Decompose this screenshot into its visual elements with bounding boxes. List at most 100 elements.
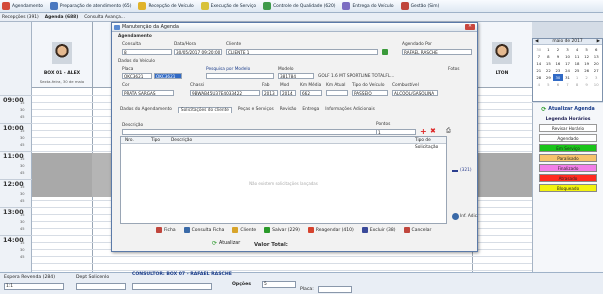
dialog-tab[interactable]: Peças e Serviços — [238, 107, 274, 113]
consulta-field[interactable]: 8 — [122, 49, 172, 55]
search-cliente-icon[interactable] — [382, 49, 388, 55]
toolbar-item[interactable]: Recepção de Veículo — [138, 2, 194, 10]
consultor-input[interactable] — [132, 283, 212, 290]
cliente-field[interactable]: CLIENTE 1 — [226, 49, 378, 55]
calendar-day[interactable]: 16 — [553, 60, 563, 67]
calendar-day[interactable]: 18 — [572, 60, 582, 67]
calendar-day[interactable]: 2 — [582, 74, 592, 81]
atualizar-button[interactable]: ⟳ Atualizar — [212, 240, 240, 247]
calendar-day[interactable]: 9 — [582, 81, 592, 88]
chassi-field[interactable]: 9BWAB45U37E4033422 — [190, 90, 260, 96]
calendar-day[interactable]: 26 — [582, 67, 592, 74]
tipoveiculo-field[interactable]: PASSEIO — [352, 90, 388, 96]
pesquisa-modelo-link[interactable]: Pesquisa por Modelo — [206, 67, 250, 72]
datahora-field[interactable]: 30/05/2017 09:20:00 — [174, 49, 222, 55]
slot-row[interactable] — [32, 256, 532, 257]
calendar-day[interactable]: 11 — [572, 53, 582, 60]
descricao-field[interactable] — [122, 129, 382, 135]
toolbar-item[interactable]: Preparação de atendimento (65) — [49, 2, 131, 10]
calendar-day[interactable]: 13 — [591, 53, 601, 60]
add-icon[interactable]: + — [420, 127, 427, 136]
toolbar-item[interactable]: Gestão (Sim) — [400, 2, 439, 10]
placa-field[interactable]: OKC3621 — [122, 73, 152, 79]
agendadopor-field[interactable]: RAFAEL RASCHE — [402, 49, 472, 55]
options-select[interactable]: 5 — [262, 281, 296, 288]
calendar-day[interactable]: 23 — [553, 67, 563, 74]
calendar-day[interactable]: 3 — [591, 74, 601, 81]
placa-selected-field[interactable]: OKC3621 — [154, 73, 182, 79]
calendar-day[interactable]: 27 — [591, 67, 601, 74]
next-month-icon[interactable]: ▶ — [597, 39, 600, 44]
depto-input[interactable] — [76, 283, 126, 290]
dialog-tab[interactable]: Dados do Agendamento — [120, 107, 172, 113]
dialog-tab[interactable]: Informações Adicionais — [325, 107, 375, 113]
fab-field[interactable]: 2013 — [262, 90, 278, 96]
fotos-label[interactable]: Fotos — [448, 67, 460, 72]
kmmedia-field[interactable]: 662 — [300, 90, 322, 96]
calendar-day[interactable]: 4 — [572, 46, 582, 53]
calendar-day[interactable]: 24 — [563, 67, 573, 74]
cliente-button[interactable]: Cliente — [232, 227, 256, 233]
toolbar-item[interactable]: Execução de Serviço — [200, 2, 256, 10]
calendar-day[interactable]: 12 — [582, 53, 592, 60]
consulta-ficha-button[interactable]: Consulta Ficha — [183, 227, 224, 233]
blocked-slot[interactable] — [32, 153, 92, 197]
close-button[interactable]: ✕ — [465, 24, 475, 30]
calendar-day[interactable]: 31 — [563, 74, 573, 81]
calendar-day[interactable]: 21 — [534, 67, 544, 74]
combustivel-field[interactable]: ALCOOL/GASOLINA — [392, 90, 438, 96]
calendar-day[interactable]: 17 — [563, 60, 573, 67]
calendar-day[interactable]: 25 — [572, 67, 582, 74]
calendar-day[interactable]: 7 — [534, 53, 544, 60]
dialog-tab[interactable]: Solicitações do cliente — [177, 107, 232, 113]
reagendar-button[interactable]: Reagendar (410) — [307, 227, 354, 233]
calendar-day[interactable]: 19 — [582, 60, 592, 67]
calendar-day[interactable]: 5 — [582, 46, 592, 53]
tab-recepcoes[interactable]: Recepções (391) — [2, 15, 39, 20]
calendar-day[interactable]: 1 — [572, 74, 582, 81]
calendar-day[interactable]: 29 — [544, 74, 554, 81]
remove-icon[interactable]: ✖ — [430, 127, 436, 135]
ficha-button[interactable]: Ficha — [156, 227, 176, 233]
blocked-slot[interactable] — [472, 153, 532, 197]
toolbar-item[interactable]: Entrega do Veículo — [342, 2, 394, 10]
calendar-day[interactable]: 30 — [553, 74, 563, 81]
calendar-day[interactable]: 9 — [553, 53, 563, 60]
calendar-day[interactable]: 15 — [544, 60, 554, 67]
modelo-code-field[interactable]: 381784 — [278, 73, 314, 79]
pontos-field[interactable]: 1 — [376, 129, 416, 135]
calendar-day[interactable]: 20 — [591, 60, 601, 67]
calendar-day[interactable]: 2 — [553, 46, 563, 53]
calendar-day[interactable]: 6 — [553, 81, 563, 88]
placa-input[interactable] — [318, 286, 352, 293]
calendar-day[interactable]: 28 — [534, 74, 544, 81]
calendar-day[interactable]: 10 — [563, 53, 573, 60]
cor-field[interactable]: PRATA SARGAS — [122, 90, 174, 96]
dialog-tab[interactable]: Revisão — [280, 107, 297, 113]
calendar-day[interactable]: 5 — [544, 81, 554, 88]
info-icon[interactable] — [452, 213, 459, 220]
cancelar-button[interactable]: Cancelar — [403, 227, 431, 233]
inf-adic-button[interactable]: Inf. Adic. — [460, 214, 478, 219]
calendar-day[interactable]: 7 — [563, 81, 573, 88]
calendar-day[interactable]: 8 — [572, 81, 582, 88]
calendar-day[interactable]: 1 — [544, 46, 554, 53]
calendar-day[interactable]: 14 — [534, 60, 544, 67]
toolbar-item[interactable]: Agendamento — [2, 2, 43, 10]
dialog-tab[interactable]: Entrega — [302, 107, 319, 113]
calendar-day[interactable]: 3 — [563, 46, 573, 53]
toolbar-item[interactable]: Controle de Qualidade (620) — [263, 2, 335, 10]
tab-agenda[interactable]: Agenda (688) — [45, 15, 78, 20]
kmatual-field[interactable] — [326, 90, 348, 96]
slot-row[interactable] — [32, 263, 532, 264]
excluir-button[interactable]: Excluir (38) — [361, 227, 396, 233]
salvar-button[interactable]: Salvar (229) — [264, 227, 300, 233]
calendar-day[interactable]: 10 — [591, 81, 601, 88]
prev-month-icon[interactable]: ◀ — [535, 39, 538, 44]
print-icon[interactable]: ⎙ — [446, 127, 451, 135]
calendar-day[interactable]: 30 — [534, 46, 544, 53]
calendar-day[interactable]: 6 — [591, 46, 601, 53]
update-agenda-button[interactable]: ⟳ Atualizar Agenda — [533, 106, 603, 113]
tab-consulta-avancada[interactable]: Consulta Avança... — [84, 15, 125, 20]
calendar-day[interactable]: 22 — [544, 67, 554, 74]
